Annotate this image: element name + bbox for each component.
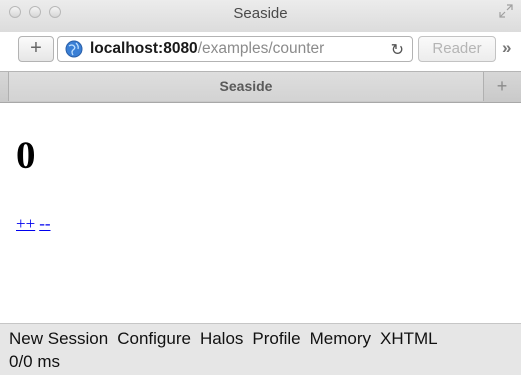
new-tab-button[interactable]: + [483, 72, 521, 101]
address-bar[interactable]: localhost:8080/examples/counter ↻ [57, 36, 413, 62]
url-host: localhost:8080 [90, 40, 198, 57]
halos-link[interactable]: Halos [200, 329, 243, 348]
fullscreen-icon[interactable] [499, 4, 513, 18]
profile-link[interactable]: Profile [252, 329, 300, 348]
render-timing: 0/0 ms [9, 352, 61, 371]
globe-icon [65, 40, 83, 58]
tab-bar: Seaside + [0, 71, 521, 103]
tab-seaside[interactable]: Seaside [8, 72, 484, 101]
chevron-right-icon[interactable]: » [502, 38, 511, 58]
seaside-links: New Session Configure Halos Profile Memory XH… [9, 329, 447, 349]
url-text: localhost:8080/examples/counter [90, 40, 324, 58]
reload-icon[interactable]: ↻ [391, 40, 404, 60]
title-bar: Seaside [0, 0, 521, 32]
window-title: Seaside [233, 5, 288, 22]
xhtml-link[interactable]: XHTML [380, 329, 438, 348]
add-bookmark-button[interactable]: + [18, 36, 54, 62]
memory-link[interactable]: Memory [310, 329, 371, 348]
browser-window: Seaside + localhost:8080/examples/counte… [0, 0, 521, 375]
increment-link[interactable]: ++ [16, 214, 35, 233]
counter-links: ++ -- [16, 214, 55, 234]
new-session-link[interactable]: New Session [9, 329, 108, 348]
reader-button[interactable]: Reader [418, 36, 496, 62]
decrement-link[interactable]: -- [39, 214, 50, 233]
url-path: /examples/counter [197, 40, 325, 57]
configure-link[interactable]: Configure [117, 329, 191, 348]
page-content: 0 ++ -- [0, 103, 521, 323]
counter-value: 0 [16, 134, 36, 177]
seaside-toolbar: New Session Configure Halos Profile Memory XH… [0, 323, 521, 375]
